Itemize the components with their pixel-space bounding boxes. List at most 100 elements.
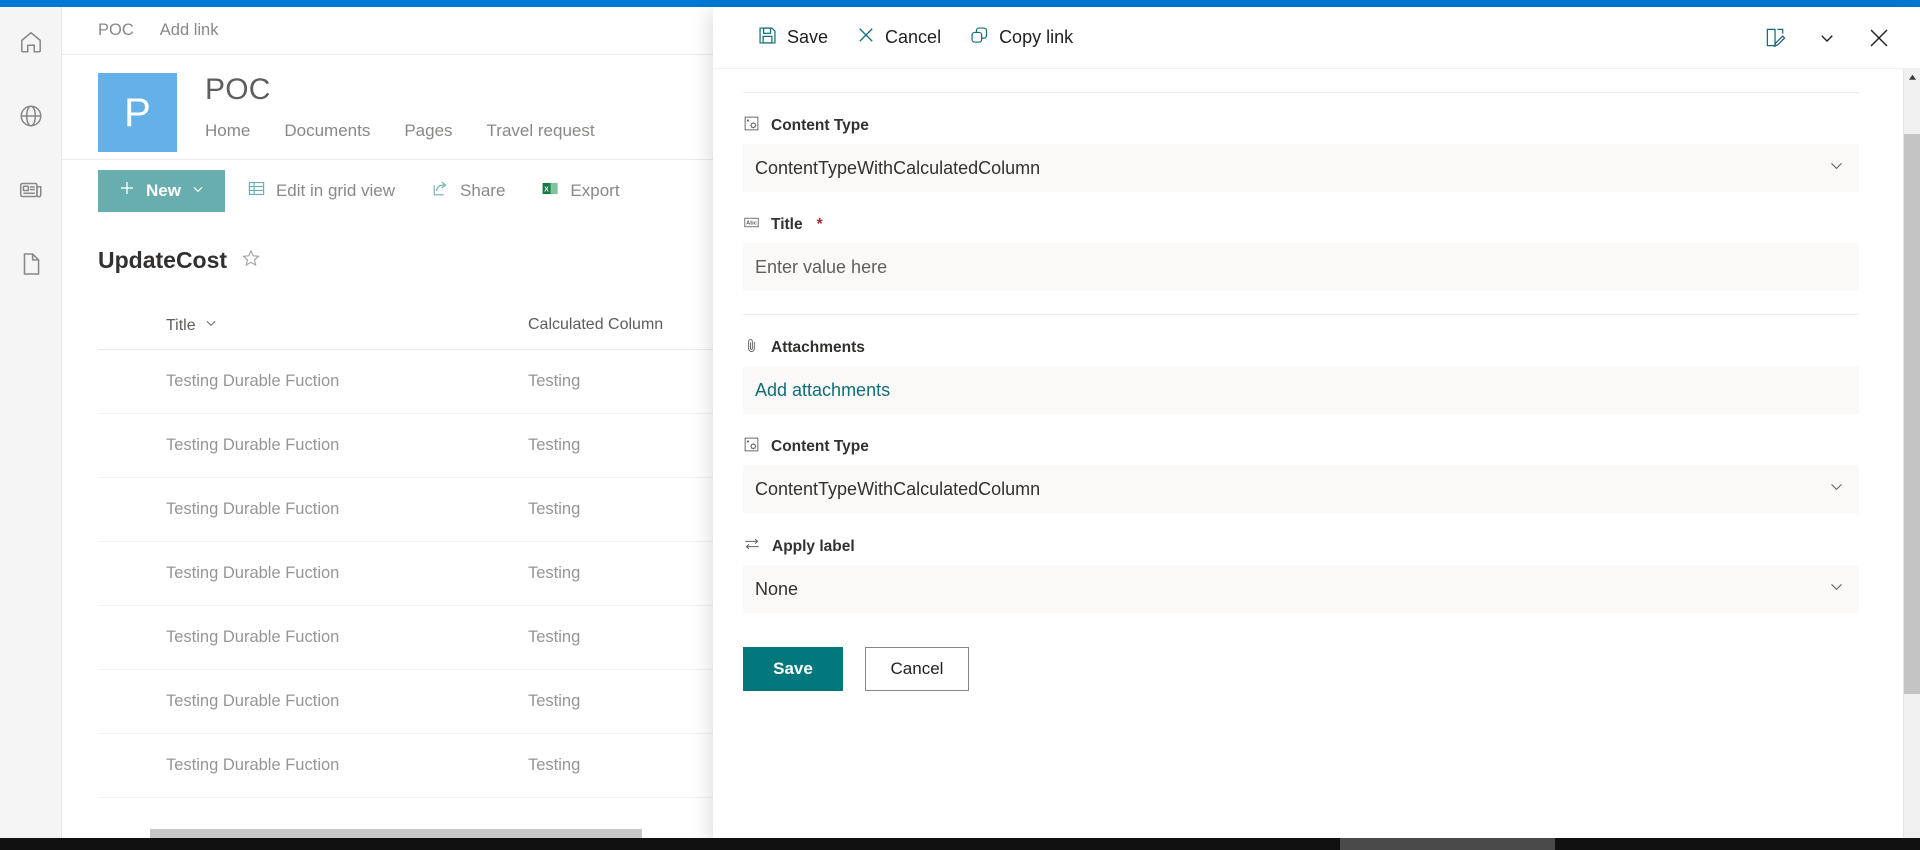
content-type-dropdown-2[interactable]: ContentTypeWithCalculatedColumn: [743, 465, 1859, 513]
panel-vertical-scrollbar[interactable]: [1903, 69, 1920, 850]
content-type-value-2: ContentTypeWithCalculatedColumn: [755, 478, 1041, 499]
panel-copy-link-button[interactable]: Copy link: [955, 18, 1087, 58]
chevron-down-icon: [191, 181, 205, 201]
link-icon: [969, 25, 990, 51]
field-label-content-type-2: Content Type: [743, 436, 1859, 458]
suite-bar: [0, 0, 1920, 7]
window-scrollbar-thumb[interactable]: [1340, 838, 1555, 850]
rail-item-home[interactable]: [0, 11, 62, 73]
field-label-text: Title: [771, 216, 803, 233]
export-button[interactable]: X Export: [527, 170, 633, 212]
content-type-value-1: ContentTypeWithCalculatedColumn: [755, 157, 1041, 178]
news-icon: [18, 177, 44, 203]
grid-icon: [247, 179, 266, 203]
close-icon[interactable]: [1856, 15, 1902, 61]
close-icon: [856, 25, 876, 50]
field-label-text: Apply label: [772, 537, 855, 555]
panel-form-body: Content Type ContentTypeWithCalculatedCo…: [713, 69, 1903, 850]
scrollbar-thumb[interactable]: [1904, 134, 1920, 694]
suite-nav-item-add-link[interactable]: Add link: [160, 21, 219, 40]
edit-in-grid-view-label: Edit in grid view: [275, 180, 396, 200]
panel-toolbar-right: [1752, 15, 1920, 61]
list-title: UpdateCost: [98, 247, 228, 273]
apply-label-icon: [743, 535, 761, 558]
rail-item-files[interactable]: [0, 233, 62, 295]
chevron-down-icon: [204, 316, 218, 335]
chevron-down-icon: [1828, 157, 1845, 179]
field-content-type-1: Content Type ContentTypeWithCalculatedCo…: [743, 115, 1859, 192]
site-tab-home[interactable]: Home: [205, 121, 250, 141]
cell-title: Testing Durable Fuction: [166, 372, 340, 390]
chevron-down-icon[interactable]: [1804, 15, 1850, 61]
site-logo: P: [98, 73, 177, 152]
scroll-up-icon[interactable]: [1904, 69, 1920, 86]
content-type-icon: [743, 436, 760, 458]
content-type-dropdown-1[interactable]: ContentTypeWithCalculatedColumn: [743, 144, 1859, 192]
suite-nav-item-poc[interactable]: POC: [98, 21, 134, 40]
apply-label-value: None: [755, 578, 799, 599]
file-icon: [18, 251, 44, 277]
new-button-label: New: [146, 180, 181, 200]
star-icon[interactable]: [241, 248, 261, 273]
site-tab-pages[interactable]: Pages: [404, 121, 452, 141]
field-label-text: Attachments: [771, 339, 865, 356]
cell-title: Testing Durable Fuction: [166, 564, 340, 582]
add-attachments-link[interactable]: Add attachments: [743, 366, 1859, 414]
form-divider-top: [743, 92, 1859, 93]
panel-save-button[interactable]: Save: [743, 18, 842, 58]
title-input[interactable]: Enter value here: [743, 243, 1859, 291]
home-icon: [18, 29, 44, 55]
window-horizontal-scrollbar[interactable]: [0, 838, 1920, 850]
save-icon: [757, 25, 778, 51]
rail-item-sites[interactable]: [0, 85, 62, 147]
cell-title: Testing Durable Fuction: [166, 628, 340, 646]
add-attachments-label: Add attachments: [755, 379, 891, 400]
chevron-down-icon: [1828, 578, 1845, 600]
site-title: POC: [205, 73, 271, 106]
field-title: Abc Title * Enter value here: [743, 214, 1859, 291]
site-tab-documents[interactable]: Documents: [284, 121, 370, 141]
new-button[interactable]: New: [98, 169, 225, 212]
cell-title: Testing Durable Fuction: [166, 500, 340, 518]
column-header-title[interactable]: Title: [98, 316, 528, 335]
cancel-button[interactable]: Cancel: [865, 647, 969, 691]
field-label-title: Abc Title *: [743, 214, 1859, 236]
field-label-apply-label: Apply label: [743, 535, 1859, 558]
item-form-panel: Save Cancel Copy link Content Type Conte…: [713, 7, 1920, 850]
column-header-title-label: Title: [166, 316, 196, 334]
field-apply-label: Apply label None: [743, 535, 1859, 613]
site-nav: Home Documents Pages Travel request: [205, 121, 595, 141]
abc-icon: Abc: [743, 214, 760, 236]
rail-item-news[interactable]: [0, 159, 62, 221]
page-horizontal-scrollbar[interactable]: [150, 829, 642, 838]
cell-title: Testing Durable Fuction: [166, 756, 340, 774]
chevron-down-icon: [1828, 478, 1845, 500]
svg-text:X: X: [545, 185, 550, 193]
share-label: Share: [460, 180, 506, 200]
share-button[interactable]: Share: [417, 170, 519, 212]
panel-cancel-label: Cancel: [885, 27, 942, 47]
site-tab-travel-request[interactable]: Travel request: [487, 121, 595, 141]
svg-text:Abc: Abc: [746, 221, 757, 227]
save-button[interactable]: Save: [743, 647, 843, 691]
export-label: Export: [570, 180, 620, 200]
app-rail: [0, 7, 62, 850]
field-label-content-type-1: Content Type: [743, 115, 1859, 137]
panel-cancel-button[interactable]: Cancel: [842, 18, 955, 58]
apply-label-dropdown[interactable]: None: [743, 565, 1859, 613]
field-attachments: Attachments Add attachments: [743, 337, 1859, 414]
field-content-type-2: Content Type ContentTypeWithCalculatedCo…: [743, 436, 1859, 513]
cell-title: Testing Durable Fuction: [166, 436, 340, 454]
panel-copy-link-label: Copy link: [999, 27, 1074, 47]
excel-icon: X: [541, 179, 560, 203]
paperclip-icon: [743, 337, 760, 359]
edit-form-icon[interactable]: [1752, 15, 1798, 61]
field-label-text: Content Type: [771, 438, 869, 455]
required-asterisk: *: [816, 216, 823, 233]
field-label-attachments: Attachments: [743, 337, 1859, 359]
cell-title: Testing Durable Fuction: [166, 692, 340, 710]
form-actions: Save Cancel: [743, 647, 1859, 721]
title-placeholder: Enter value here: [755, 256, 888, 277]
edit-in-grid-view-button[interactable]: Edit in grid view: [233, 170, 409, 212]
field-label-text: Content Type: [771, 117, 869, 134]
